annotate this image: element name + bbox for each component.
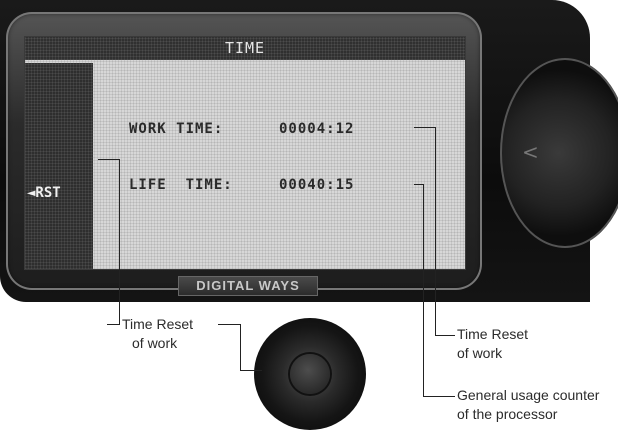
callout-line <box>414 127 436 128</box>
reset-softkey[interactable]: ◄RST <box>27 185 61 201</box>
side-softkey-panel: ◄RST <box>25 63 93 269</box>
screen-title-bar: TIME <box>25 37 465 60</box>
life-time-row: LIFE TIME: 00040:15 <box>129 177 353 241</box>
joystick-center[interactable] <box>290 354 330 394</box>
lcd-screen: TIME ◄RST WORK TIME: 00004:12 LIFE TIME:… <box>24 36 466 270</box>
device-body: TIME ◄RST WORK TIME: 00004:12 LIFE TIME:… <box>0 0 618 302</box>
callout-line <box>240 324 241 370</box>
life-time-label: LIFE TIME: <box>129 177 233 193</box>
life-time-value: 00040:15 <box>279 177 355 193</box>
callout-line <box>423 184 424 396</box>
right-knob[interactable]: < <box>500 58 618 248</box>
callout-line <box>98 159 120 160</box>
left-arrow-icon: < <box>522 140 539 164</box>
right-top-callout: Time Reset of work <box>457 326 529 361</box>
callout-line <box>107 324 120 325</box>
screen-title: TIME <box>224 39 266 57</box>
callout-line <box>240 370 262 371</box>
callout-line <box>435 127 436 335</box>
work-time-value: 00004:12 <box>279 121 355 137</box>
brand-label: DIGITAL WAYS <box>178 276 318 296</box>
right-bottom-callout: General usage counter of the processor <box>457 387 600 422</box>
callout-line <box>119 159 120 324</box>
callout-line <box>423 396 455 397</box>
callout-line <box>218 324 240 325</box>
joystick-button[interactable] <box>254 318 366 430</box>
left-callout: Time Reset of work <box>122 316 194 351</box>
work-time-label: WORK TIME: <box>129 121 224 137</box>
work-time-row: WORK TIME: 00004:12 <box>129 121 353 185</box>
callout-line <box>435 335 455 336</box>
